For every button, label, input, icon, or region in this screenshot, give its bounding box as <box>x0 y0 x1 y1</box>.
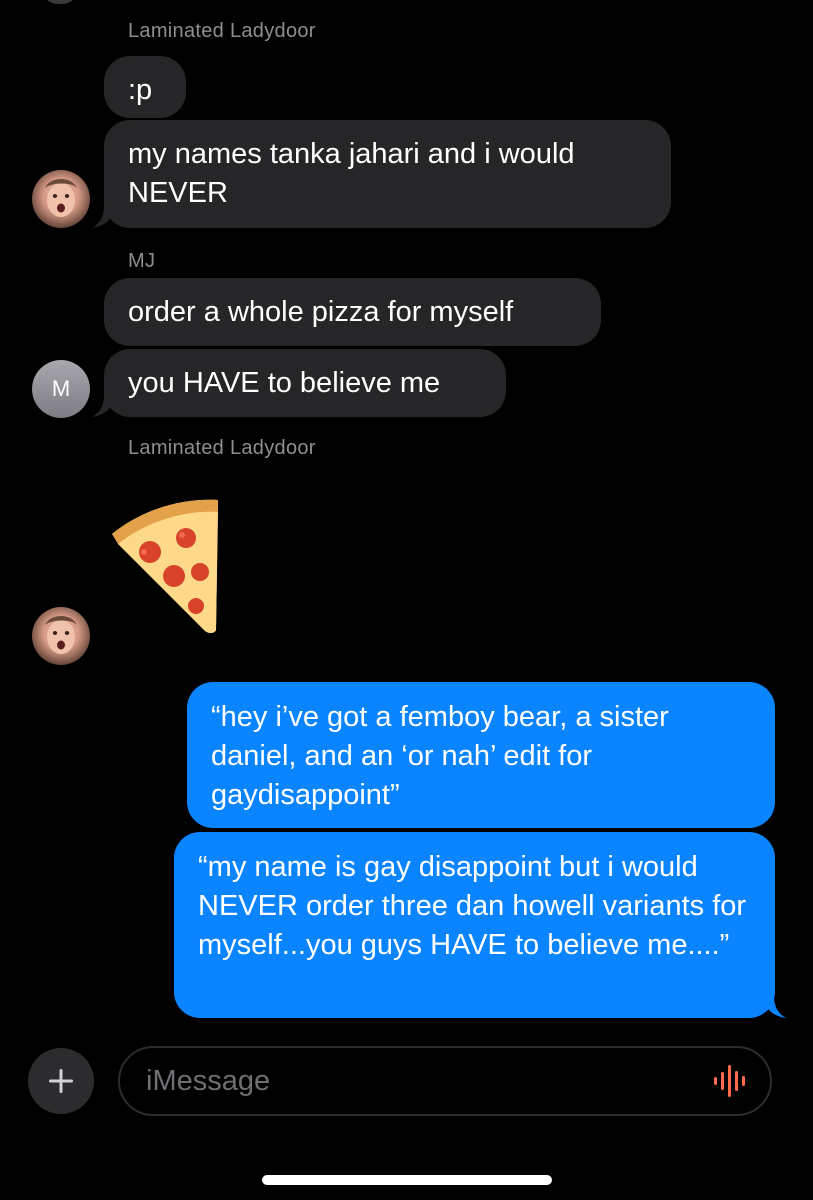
message-bubble[interactable]: :p <box>104 56 186 118</box>
avatar[interactable] <box>32 607 90 665</box>
message-text: my names tanka jahari and i would NEVER <box>128 138 575 209</box>
message-bubble[interactable]: “hey i’ve got a femboy bear, a sister da… <box>187 682 775 828</box>
bubble-tail-icon <box>92 206 114 228</box>
audio-waveform-icon[interactable] <box>712 1063 750 1099</box>
message-text: you HAVE to believe me <box>128 367 441 399</box>
message-bubble[interactable]: “my name is gay disappoint but i would N… <box>174 832 775 1018</box>
sender-name: Laminated Ladydoor <box>128 20 316 42</box>
avatar[interactable] <box>32 170 90 228</box>
message-text: “hey i’ve got a femboy bear, a sister da… <box>211 701 669 811</box>
avatar-partial <box>46 0 74 4</box>
message-input[interactable]: iMessage <box>118 1046 772 1116</box>
avatar[interactable]: M <box>32 360 90 418</box>
add-attachment-button[interactable] <box>28 1048 94 1114</box>
message-bubble[interactable]: my names tanka jahari and i would NEVER <box>104 120 671 228</box>
avatar-initial: M <box>51 376 71 401</box>
sender-name: Laminated Ladydoor <box>128 437 316 459</box>
plus-icon <box>49 1069 73 1093</box>
person-photo-icon <box>45 616 77 654</box>
bubble-tail-icon <box>764 996 786 1018</box>
message-text: order a whole pizza for myself <box>128 296 514 328</box>
sender-name: MJ <box>128 250 156 272</box>
messages-screen: Laminated Ladydoor :p my names tanka jah… <box>0 0 813 1200</box>
message-text: “my name is gay disappoint but i would N… <box>198 851 747 961</box>
message-bubble[interactable]: order a whole pizza for myself <box>104 278 601 346</box>
person-photo-icon <box>45 179 77 217</box>
bubble-tail-icon <box>92 395 114 417</box>
message-text: :p <box>128 74 153 106</box>
home-indicator[interactable] <box>262 1175 552 1185</box>
input-placeholder: iMessage <box>146 1064 271 1097</box>
pizza-icon[interactable] <box>104 494 226 636</box>
message-bubble[interactable]: you HAVE to believe me <box>104 349 506 417</box>
